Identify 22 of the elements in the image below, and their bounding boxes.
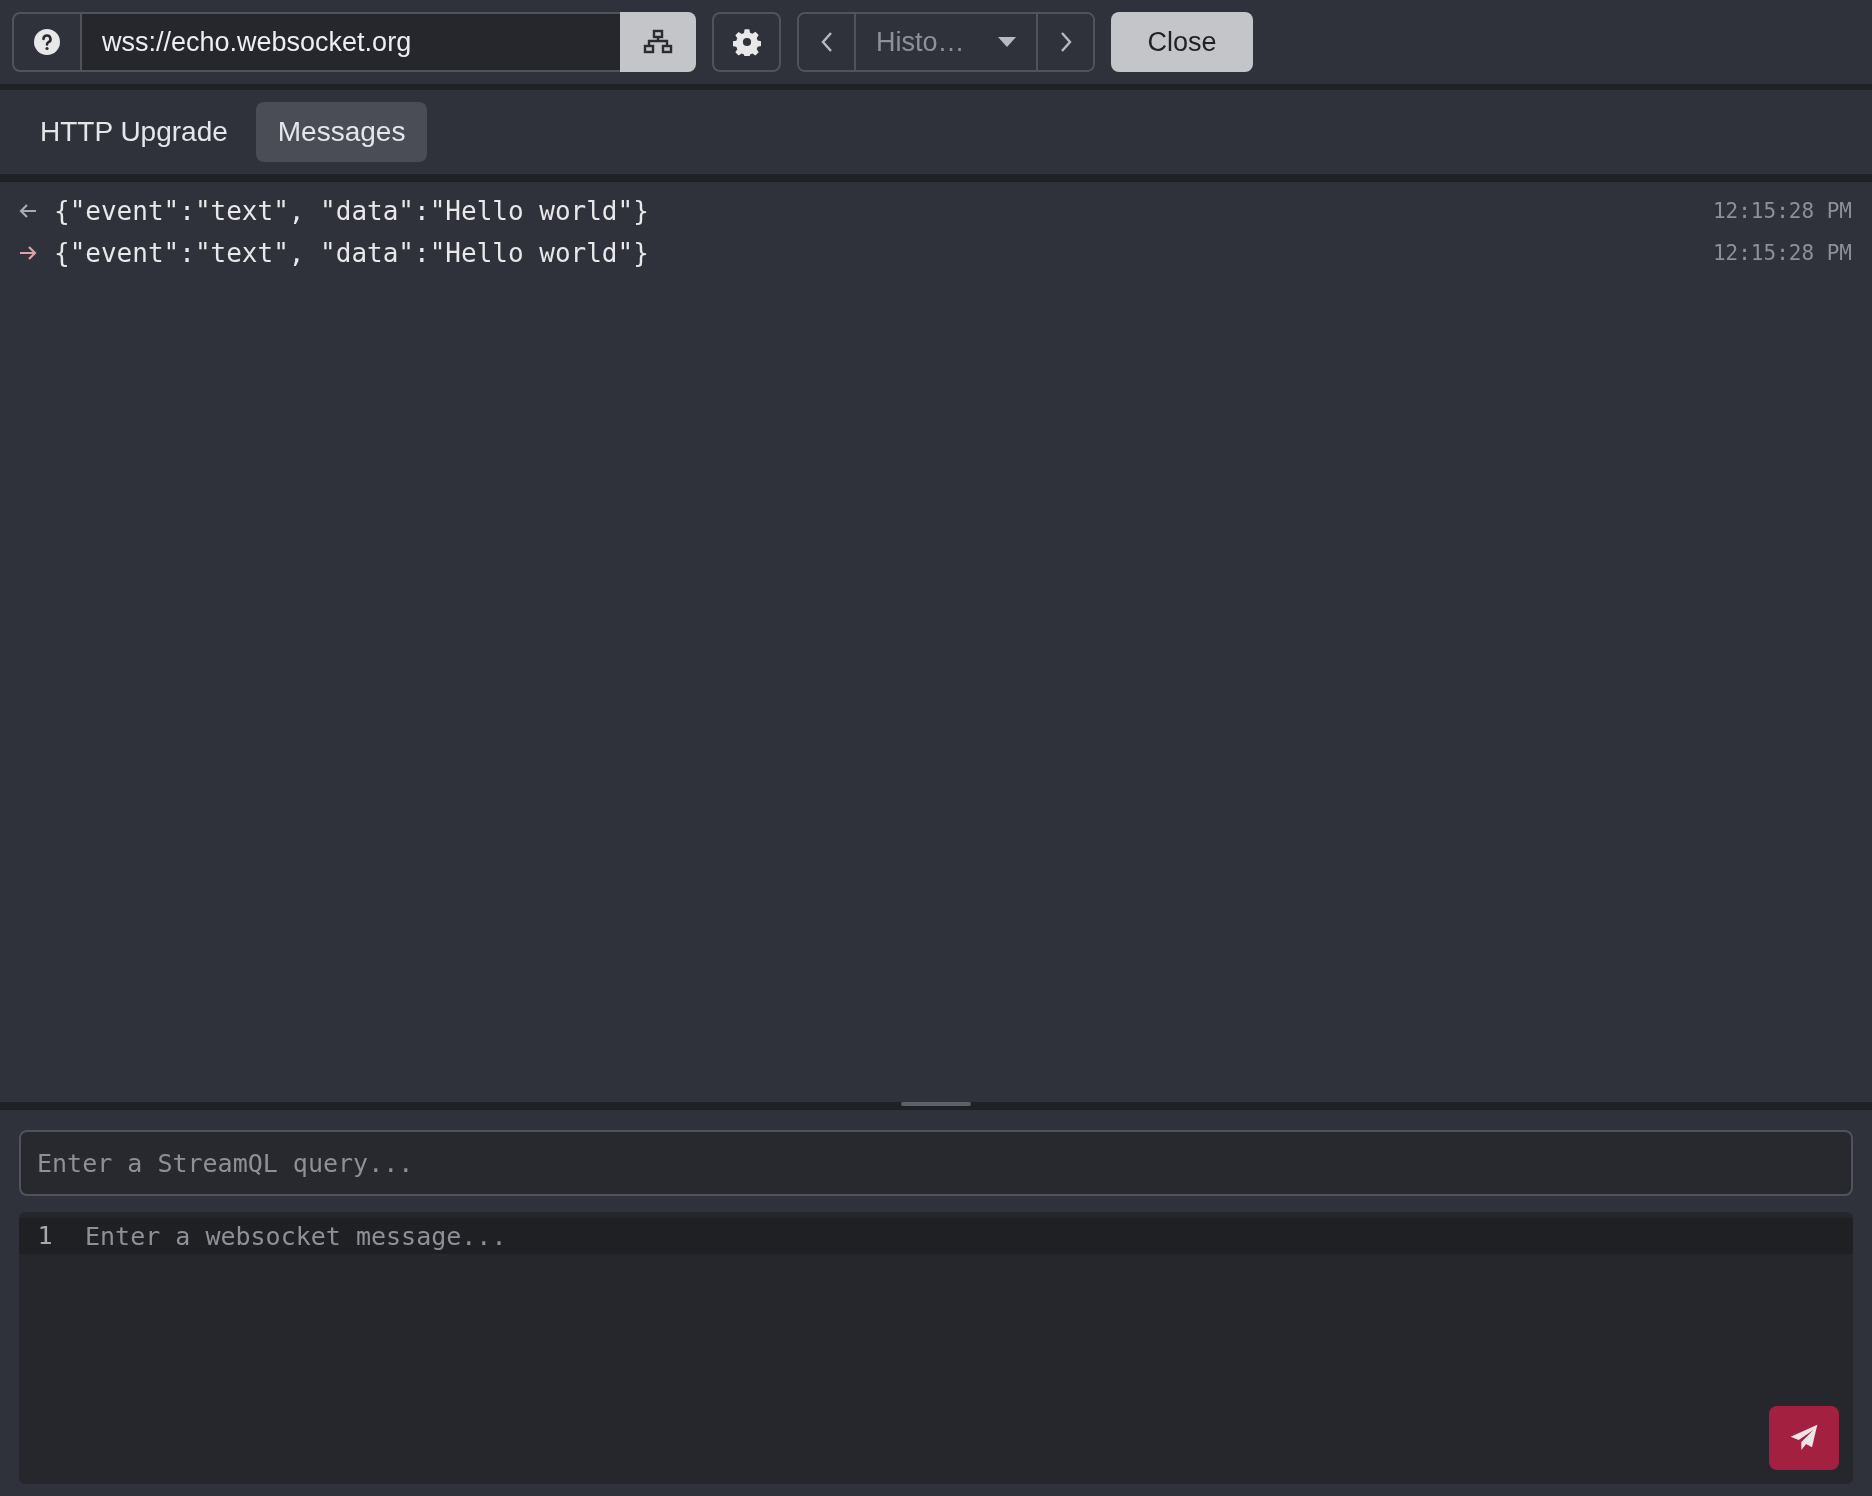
close-button[interactable]: Close (1111, 12, 1253, 72)
chevron-right-icon (1058, 31, 1073, 53)
chevron-left-icon (819, 31, 834, 53)
message-time: 12:15:28 PM (1712, 199, 1852, 223)
history-dropdown[interactable]: Histo… (854, 14, 1038, 70)
caret-icon (998, 37, 1016, 47)
tab[interactable]: Messages (255, 102, 428, 162)
send-button[interactable] (1769, 1406, 1839, 1470)
help-icon[interactable] (33, 28, 61, 56)
line-number: 1 (19, 1218, 71, 1254)
message-input[interactable]: Enter a websocket message... (71, 1218, 1853, 1254)
network-icon (643, 29, 673, 55)
url-field[interactable]: wss://echo.websocket.org (82, 12, 620, 72)
message-time: 12:15:28 PM (1712, 241, 1852, 265)
query-field[interactable]: Enter a StreamQL query... (19, 1130, 1853, 1196)
resize-handle[interactable] (901, 1102, 971, 1106)
message-text: {"event":"text", "data":"Hello world"} (54, 238, 650, 268)
tab[interactable]: HTTP Upgrade (18, 102, 250, 162)
settings-icon (732, 28, 761, 56)
settings-button[interactable] (712, 12, 781, 72)
message-text: {"event":"text", "data":"Hello world"} (54, 196, 650, 226)
network-button[interactable] (620, 12, 696, 72)
